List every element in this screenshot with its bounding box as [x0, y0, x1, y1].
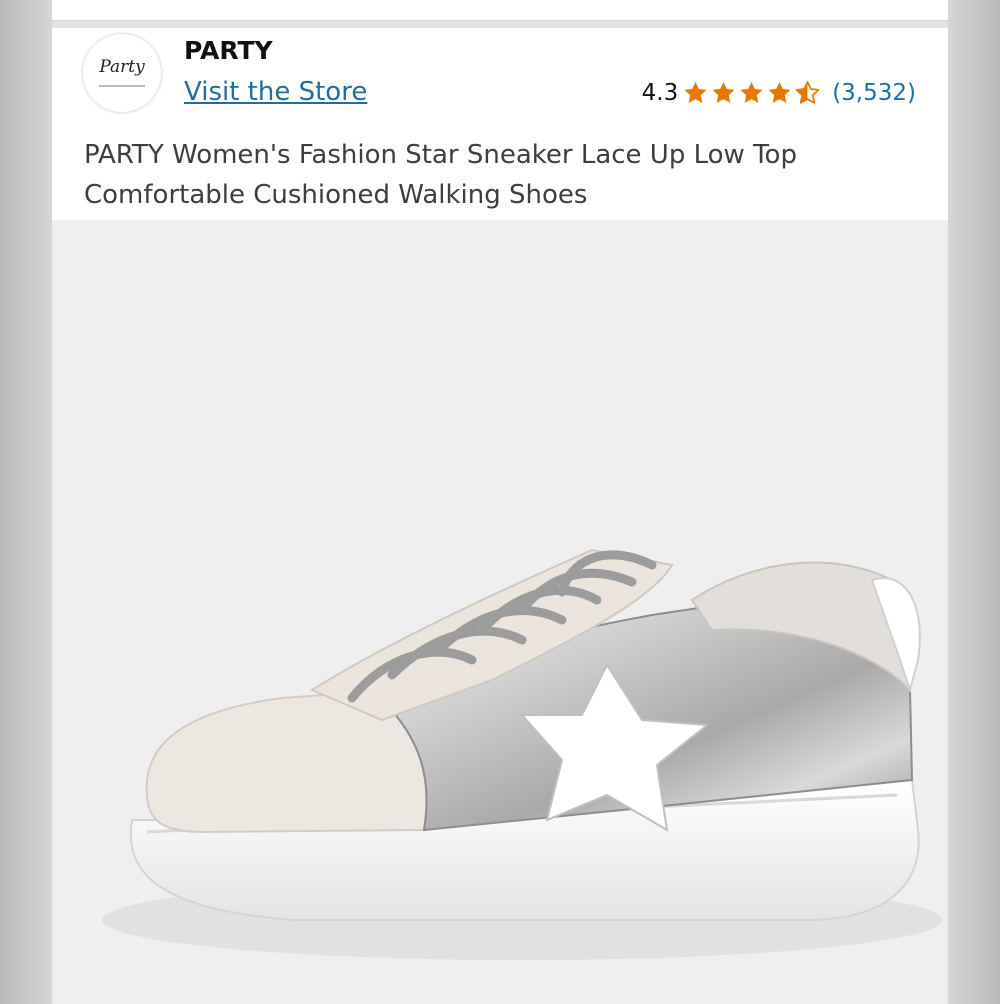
product-image[interactable]	[52, 220, 948, 1000]
store-logo-text: Party	[99, 57, 145, 77]
sneaker-image	[102, 548, 942, 960]
product-title: PARTY Women's Fashion Star Sneaker Lace …	[84, 140, 797, 210]
logo-tagline-mark	[99, 85, 145, 87]
visit-store-link[interactable]: Visit the Store	[184, 77, 367, 107]
top-strip	[52, 0, 948, 28]
star-rating	[682, 80, 822, 106]
star-icon	[740, 81, 763, 103]
brand-name: PARTY	[184, 36, 273, 65]
star-icon	[768, 81, 791, 103]
product-header-card: Party PARTY Visit the Store 4.3 (3,532) …	[52, 28, 948, 220]
star-icon	[684, 81, 707, 103]
rating-count-link[interactable]: (3,532)	[832, 80, 916, 106]
store-logo[interactable]: Party	[82, 33, 162, 113]
rating-score: 4.3	[641, 80, 679, 106]
rating-summary[interactable]: 4.3 (3,532)	[642, 80, 916, 106]
half-star-icon	[795, 81, 820, 104]
divider-bar	[52, 20, 948, 28]
star-icon	[712, 81, 735, 103]
